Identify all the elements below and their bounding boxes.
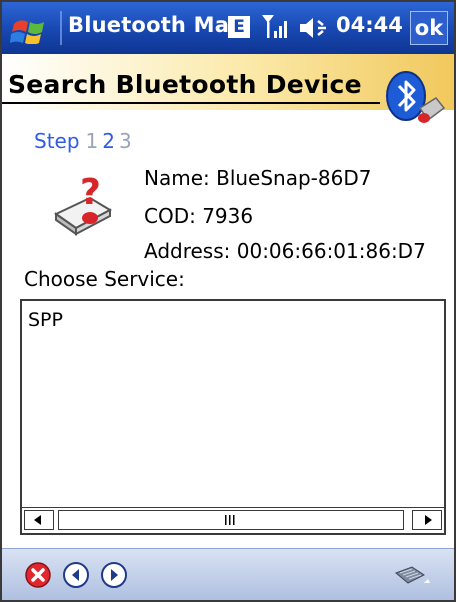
app-title: Bluetooth Mar [68,13,240,37]
title-bar: Bluetooth Mar E 04:44 ok [2,2,454,54]
scroll-thumb[interactable] [58,510,404,530]
device-unknown-icon: ? [54,172,113,236]
ok-button[interactable]: ok [410,11,448,45]
grip-icon [225,515,235,525]
volume-icon[interactable] [298,15,330,41]
page-title: Search Bluetooth Device [8,70,362,99]
scroll-right-button[interactable] [412,510,442,530]
step-indicator: Step 1 2 3 [34,129,132,153]
device-screen: Bluetooth Mar E 04:44 ok Search Bluetoot… [0,0,456,602]
device-name: Name: BlueSnap-86D7 [144,166,372,190]
signal-icon[interactable] [260,13,294,41]
windows-flag-icon[interactable] [10,14,52,44]
chevron-left-icon [34,515,41,525]
clock[interactable]: 04:44 [336,13,403,37]
scroll-left-button[interactable] [24,510,54,530]
svg-text:?: ? [80,172,101,213]
step-label: Step [34,129,80,153]
edge-badge: E [228,16,250,38]
forward-icon[interactable] [100,561,128,589]
device-address: Address: 00:06:66:01:86:D7 [144,239,426,263]
keyboard-icon[interactable] [394,563,430,589]
bluetooth-icon [386,71,446,123]
header-divider [2,102,380,104]
device-cod: COD: 7936 [144,204,254,228]
step-1: 1 [85,129,99,153]
horizontal-scrollbar[interactable] [22,507,444,533]
choose-service-label: Choose Service: [24,267,185,291]
step-2: 2 [102,129,116,153]
title-separator [60,11,62,45]
close-icon[interactable] [24,561,52,589]
bottom-toolbar [2,548,454,600]
chevron-right-icon [425,515,432,525]
service-item-spp[interactable]: SPP [28,309,63,331]
back-icon[interactable] [62,561,90,589]
service-listbox[interactable]: SPP [20,299,446,535]
step-3: 3 [119,129,132,153]
